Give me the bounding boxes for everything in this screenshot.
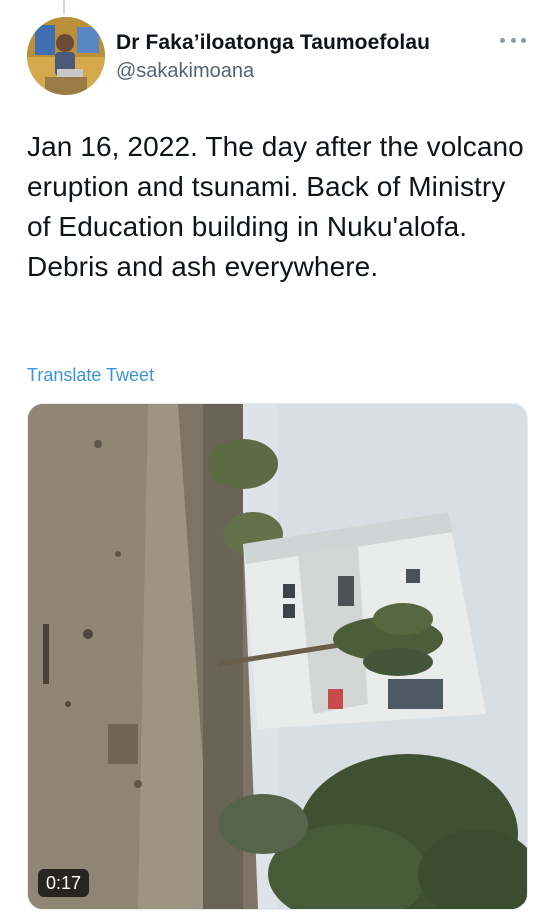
avatar-photo — [27, 17, 105, 95]
avatar[interactable] — [27, 17, 105, 95]
tweet-text: Jan 16, 2022. The day after the volcano … — [27, 131, 524, 282]
more-dot — [521, 37, 526, 43]
author-display-name[interactable]: Dr Faka’iloatonga Taumoefolau — [116, 30, 430, 56]
author-handle[interactable]: @sakakimoana — [116, 58, 430, 84]
video-thumbnail — [28, 404, 527, 909]
more-dot — [500, 37, 505, 43]
video-duration-badge: 0:17 — [38, 869, 90, 897]
thread-connector-line — [63, 0, 65, 14]
video-player[interactable]: 0:17 — [27, 403, 528, 910]
author-block: Dr Faka’iloatonga Taumoefolau @sakakimoa… — [116, 30, 430, 84]
more-horizontal-icon[interactable] — [500, 33, 526, 47]
tweet-card: Dr Faka’iloatonga Taumoefolau @sakakimoa… — [0, 0, 552, 914]
more-dot — [510, 37, 516, 43]
translate-tweet-link[interactable]: Translate Tweet — [27, 365, 154, 386]
